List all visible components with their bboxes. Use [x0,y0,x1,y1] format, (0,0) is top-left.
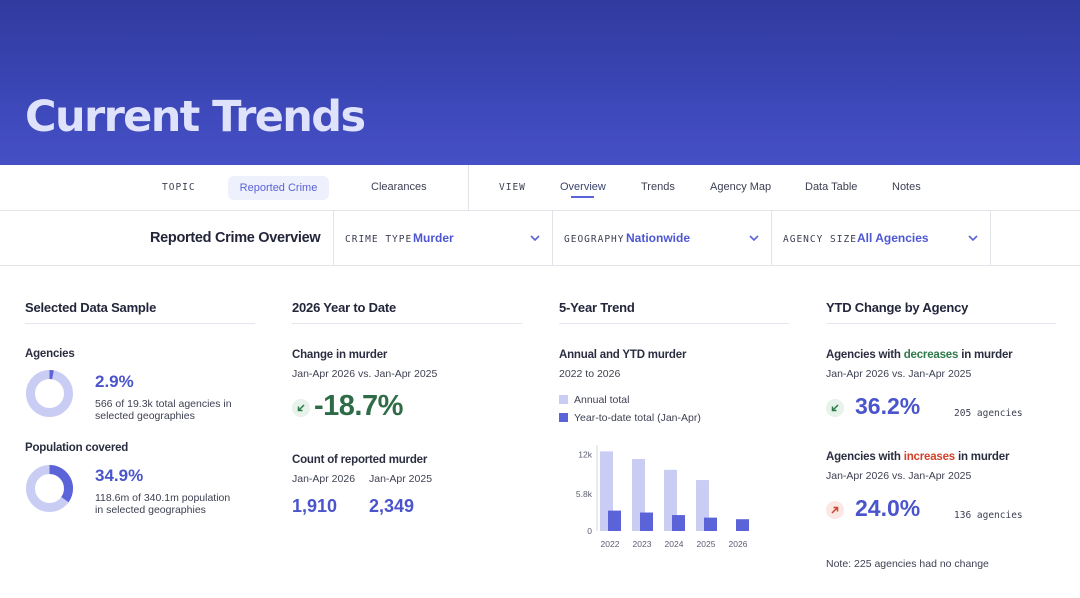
agency-change-title: YTD Change by Agency [826,300,1056,324]
decreases-count: 205 agencies [954,408,1023,419]
geography-select[interactable]: GEOGRAPHY Nationwide [552,211,771,266]
increases-count: 136 agencies [954,510,1023,521]
no-change-note: Note: 225 agencies had no change [826,558,989,570]
bar-ytd-2023 [640,512,653,531]
agency-size-value: All Agencies [857,231,929,245]
ytd-panel: 2026 Year to Date Change in murder Jan-A… [292,300,522,530]
count-period-2026: Jan-Apr 2026 [292,473,356,485]
crime-type-value: Murder [413,231,454,245]
population-label: Population covered [25,442,129,454]
bar-ytd-2024 [672,515,685,531]
page-title: Current Trends [25,92,366,142]
filter-divider [990,211,991,266]
legend-ytd-label: Year-to-date total (Jan-Apr) [574,412,701,424]
increases-heading: Agencies with increases in murder [826,451,1009,463]
agency-size-label: AGENCY SIZE [783,234,857,245]
hero-banner: Current Trends [0,0,1080,165]
x-tick-label: 2024 [665,539,684,549]
chevron-down-icon [749,235,759,242]
tab-reported-crime[interactable]: Reported Crime [228,176,329,200]
chevron-down-icon [968,235,978,242]
geography-value: Nationwide [626,231,691,245]
count-2026: 1,910 [292,496,338,516]
view-label: VIEW [499,182,526,193]
tab-overview[interactable]: Overview [560,181,606,193]
x-tick-label: 2023 [633,539,652,549]
filter-bar: Reported Crime Overview CRIME TYPE Murde… [0,211,1080,266]
bar-ytd-2022 [608,510,621,531]
trend-title: 5-Year Trend [559,300,789,324]
arrow-down-left-icon [826,399,844,417]
agencies-desc-line1: 566 of 19.3k total agencies in [95,398,232,410]
y-tick-label: 5.8k [576,489,593,499]
bar-ytd-2026 [736,519,749,531]
tab-clearances[interactable]: Clearances [371,181,427,193]
population-desc-line1: 118.6m of 340.1m population [95,492,231,504]
geography-label: GEOGRAPHY [564,234,625,245]
change-label: Change in murder [292,349,388,361]
y-tick-label: 12k [578,450,592,460]
sample-title: Selected Data Sample [25,300,255,324]
decreases-suffix: in murder [958,349,1013,361]
filter-bar-title: Reported Crime Overview [150,230,321,246]
legend-ytd-swatch [559,413,568,422]
population-donut [26,465,73,512]
chevron-down-icon [530,235,540,242]
increases-period: Jan-Apr 2026 vs. Jan-Apr 2025 [826,470,972,482]
increases-prefix: Agencies with [826,451,904,463]
count-label: Count of reported murder [292,454,428,466]
x-tick-label: 2026 [729,539,748,549]
crime-type-select[interactable]: CRIME TYPE Murder [333,211,552,266]
bar-ytd-2025 [704,517,717,531]
y-tick-label: 0 [587,526,592,536]
change-period: Jan-Apr 2026 vs. Jan-Apr 2025 [292,368,438,380]
decreases-pct: 36.2% [855,393,921,419]
decreases-word: decreases [903,349,959,361]
increases-suffix: in murder [955,451,1010,463]
ytd-title: 2026 Year to Date [292,300,522,324]
decreases-heading: Agencies with decreases in murder [826,349,1013,361]
agencies-pct: 2.9% [95,372,134,391]
top-nav: TOPIC Reported Crime Clearances VIEW Ove… [0,165,1080,211]
agency-size-select[interactable]: AGENCY SIZE All Agencies [771,211,990,266]
tab-trends[interactable]: Trends [641,181,675,193]
increases-word: increases [903,451,955,463]
change-value: -18.7% [314,390,403,422]
tab-notes[interactable]: Notes [892,181,921,193]
agencies-desc-line2: selected geographies [95,410,195,422]
x-tick-label: 2022 [601,539,620,549]
topic-label: TOPIC [162,182,196,193]
decreases-period: Jan-Apr 2026 vs. Jan-Apr 2025 [826,368,972,380]
agencies-label: Agencies [25,348,75,360]
arrow-down-left-icon [292,399,310,417]
sample-panel: Selected Data Sample Agencies 2.9% 566 o… [25,300,255,530]
active-tab-indicator [571,196,594,198]
agency-change-panel: YTD Change by Agency Agencies with decre… [826,300,1056,580]
arrow-up-right-icon [826,501,844,519]
legend-annual-swatch [559,395,568,404]
population-desc-line2: in selected geographies [95,504,206,516]
trend-subtitle: Annual and YTD murder [559,349,687,361]
trend-panel: 5-Year Trend Annual and YTD murder 2022 … [559,300,789,560]
count-period-2025: Jan-Apr 2025 [369,473,433,485]
trend-bar-chart: 12k 5.8k 0 2022 2023 2024 2025 2026 [576,445,749,549]
tab-agency-map[interactable]: Agency Map [710,181,771,193]
decreases-prefix: Agencies with [826,349,904,361]
trend-range: 2022 to 2026 [559,368,621,380]
legend-annual-label: Annual total [574,394,630,406]
agencies-donut [26,370,73,417]
nav-divider [468,165,469,211]
population-pct: 34.9% [95,466,144,485]
crime-type-label: CRIME TYPE [345,234,413,245]
tab-data-table[interactable]: Data Table [805,181,857,193]
count-2025: 2,349 [369,496,415,516]
x-tick-label: 2025 [697,539,716,549]
increases-pct: 24.0% [855,495,921,521]
